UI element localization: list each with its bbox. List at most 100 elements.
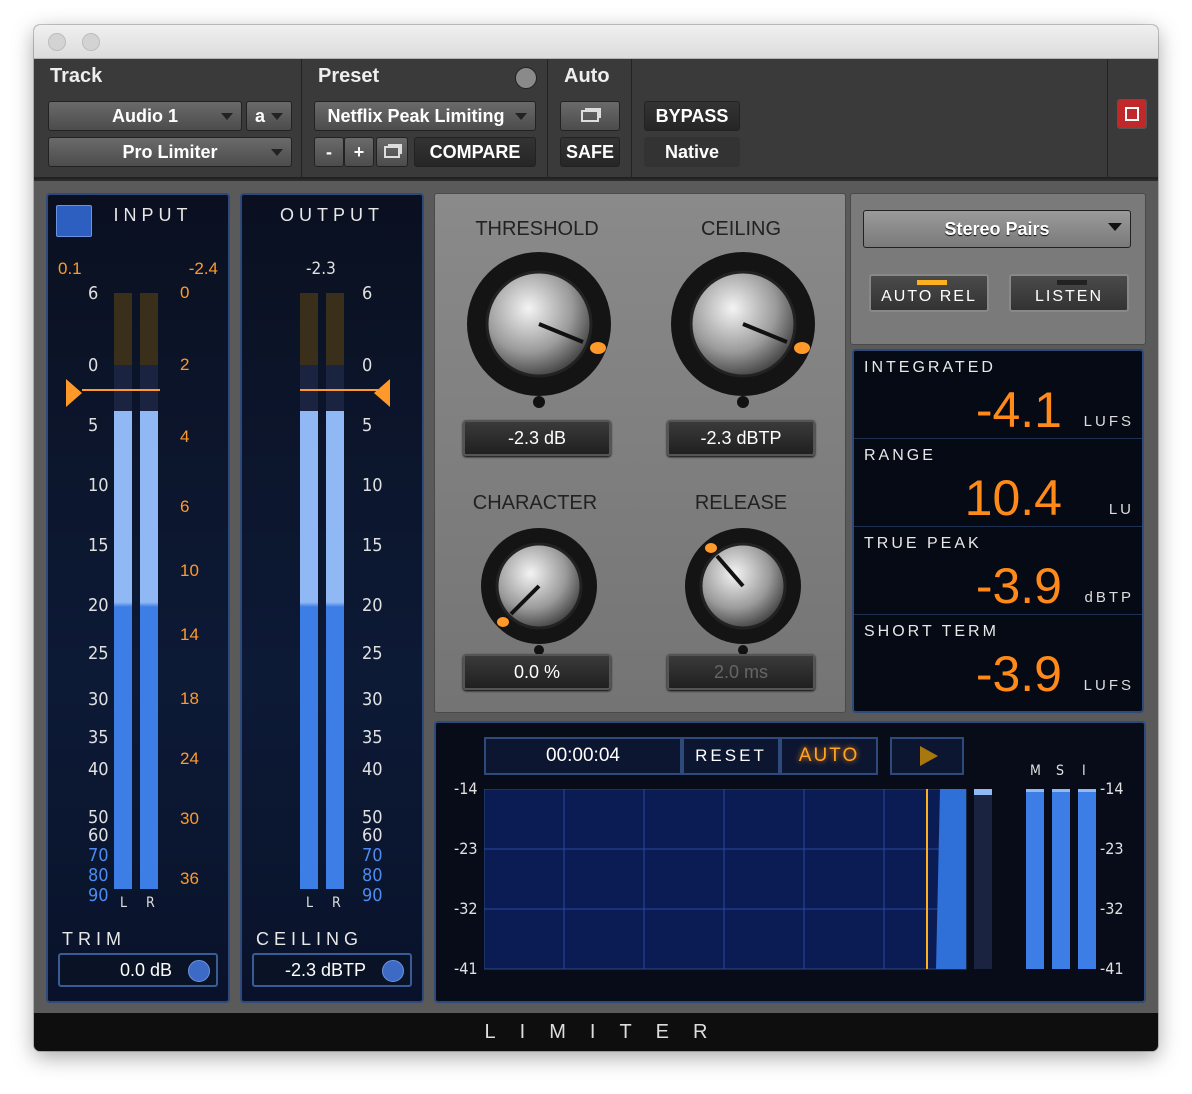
output-headroom-right xyxy=(326,293,344,365)
listen-button[interactable]: LISTEN xyxy=(1009,274,1129,312)
input-gr-scale-label: 10 xyxy=(180,561,199,580)
ceiling-knob[interactable] xyxy=(671,252,815,408)
output-peak: -2.3 xyxy=(306,259,336,279)
range-section: RANGE 10.4 LU xyxy=(854,439,1142,527)
threshold-value: -2.3 dB xyxy=(507,427,567,448)
character-value-field[interactable]: 0.0 % xyxy=(463,654,611,690)
reset-button[interactable]: RESET xyxy=(682,737,780,775)
previous-preset-button[interactable]: - xyxy=(314,137,344,167)
output-scale-label: 15 xyxy=(362,535,383,556)
copy-icon xyxy=(384,146,400,158)
bypass-label: BYPASS xyxy=(655,105,729,126)
time-readout: 00:00:04 xyxy=(484,737,682,775)
input-gr-scale-label: 30 xyxy=(180,809,199,828)
auto-release-button[interactable]: AUTO REL xyxy=(869,274,989,312)
output-scale-label: 20 xyxy=(362,595,383,616)
threshold-knob[interactable] xyxy=(467,252,611,408)
range-value: 10.4 xyxy=(964,470,1062,526)
ceiling-field[interactable]: -2.3 dBTP xyxy=(252,953,412,987)
character-knob[interactable] xyxy=(481,528,597,655)
auto-button[interactable]: AUTO xyxy=(780,737,878,775)
ceiling-value-field[interactable]: -2.3 dBTP xyxy=(667,420,815,456)
input-gr-scale-label: 0 xyxy=(180,283,190,302)
preset-section: Preset Netflix Peak Limiting - + COMPARE xyxy=(302,59,548,179)
input-scale-label: 5 xyxy=(88,415,99,436)
track-variant-selector[interactable]: a xyxy=(246,101,292,131)
close-window-button[interactable] xyxy=(48,33,66,51)
input-scale-label: 40 xyxy=(88,759,109,780)
short-term-unit: LUFS xyxy=(1083,677,1134,694)
true-peak-unit: dBTP xyxy=(1084,589,1134,606)
minus-label: - xyxy=(326,141,332,162)
output-fill-left xyxy=(300,411,318,889)
output-meter-panel: OUTPUT -2.3 6 0 5 10 15 20 25 30 35 40 50 60 70 80 90 … xyxy=(240,193,424,1003)
short-term-section: SHORT TERM -3.9 LUFS xyxy=(854,615,1142,703)
input-bar-left xyxy=(114,293,132,889)
output-title: OUTPUT xyxy=(280,205,384,225)
input-gr-scale-label: 24 xyxy=(180,749,199,768)
auto-release-label: AUTO REL xyxy=(881,288,977,305)
output-scale-label: 70 xyxy=(362,845,383,866)
track-variant: a xyxy=(255,105,266,126)
trim-field[interactable]: 0.0 dB xyxy=(58,953,218,987)
safe-button[interactable]: SAFE xyxy=(560,137,620,167)
input-scale-label: 30 xyxy=(88,689,109,710)
loudness-history-panel: 00:00:04 RESET AUTO -14 -23 -32 -41 M S … xyxy=(434,721,1146,1003)
mode-panel: Stereo Pairs AUTO REL LISTEN xyxy=(850,193,1146,345)
play-button[interactable] xyxy=(890,737,964,775)
track-name-selector[interactable]: Audio 1 xyxy=(48,101,242,131)
input-peak-left: 0.1 xyxy=(58,259,82,278)
true-peak-label: TRUE PEAK xyxy=(864,535,982,552)
preset-name: Netflix Peak Limiting xyxy=(327,105,505,126)
minimize-window-button[interactable] xyxy=(82,33,100,51)
plugin-header: Track Audio 1 a Pro Limiter Preset Netfl… xyxy=(34,59,1158,179)
threshold-value-field[interactable]: -2.3 dB xyxy=(463,420,611,456)
history-loudness-fill xyxy=(936,789,966,969)
short-term-label: SHORT TERM xyxy=(864,623,999,640)
next-preset-button[interactable]: + xyxy=(344,137,374,167)
release-knob[interactable] xyxy=(685,528,801,655)
preset-selector[interactable]: Netflix Peak Limiting xyxy=(314,101,536,131)
target-icon[interactable] xyxy=(1117,99,1147,129)
msi-s-label: S xyxy=(1056,763,1064,779)
channel-r-label: R xyxy=(146,895,155,911)
output-scale-label: 5 xyxy=(362,415,373,436)
output-fill-right xyxy=(326,411,344,889)
output-scale-label: 30 xyxy=(362,689,383,710)
automation-icon xyxy=(581,110,599,122)
ceiling-knob-value: -2.3 dBTP xyxy=(700,427,782,448)
ceiling-handle-icon[interactable] xyxy=(374,379,390,407)
input-scale-label: 15 xyxy=(88,535,109,556)
input-scale-label: 35 xyxy=(88,727,109,748)
input-scale-label: 60 xyxy=(88,825,109,846)
native-label: Native xyxy=(664,141,720,162)
preset-menu-icon[interactable] xyxy=(515,67,537,89)
output-scale-label: 90 xyxy=(362,885,383,906)
history-scroll[interactable] xyxy=(974,789,992,969)
release-value-field[interactable]: 2.0 ms xyxy=(667,654,815,690)
ceiling-lock-icon[interactable] xyxy=(382,960,404,982)
input-fill-left xyxy=(114,411,132,889)
stereo-mode-selector[interactable]: Stereo Pairs xyxy=(863,210,1131,248)
range-unit: LU xyxy=(1108,501,1134,518)
target-square xyxy=(1125,107,1139,121)
auto-label: Auto xyxy=(564,65,610,87)
lock-icon[interactable] xyxy=(188,960,210,982)
history-scroll-thumb xyxy=(974,789,992,795)
auto-label: AUTO xyxy=(798,745,860,766)
compare-button[interactable]: COMPARE xyxy=(414,137,536,167)
bypass-button[interactable]: BYPASS xyxy=(644,101,740,131)
input-gr-scale-label: 14 xyxy=(180,625,199,644)
plugin-selector[interactable]: Pro Limiter xyxy=(48,137,292,167)
input-gr-scale-label: 6 xyxy=(180,497,190,516)
copy-settings-button[interactable] xyxy=(376,137,408,167)
history-axis-0: -14 xyxy=(454,779,478,798)
input-fill-right xyxy=(140,411,158,889)
automation-button[interactable] xyxy=(560,101,620,131)
input-gr-scale-label: 18 xyxy=(180,689,199,708)
input-scale-label: 20 xyxy=(88,595,109,616)
integrated-label: INTEGRATED xyxy=(864,359,996,376)
input-scale-label: 80 xyxy=(88,865,109,886)
ceiling-label: CEILING xyxy=(256,929,364,949)
threshold-handle-icon[interactable] xyxy=(66,379,82,407)
